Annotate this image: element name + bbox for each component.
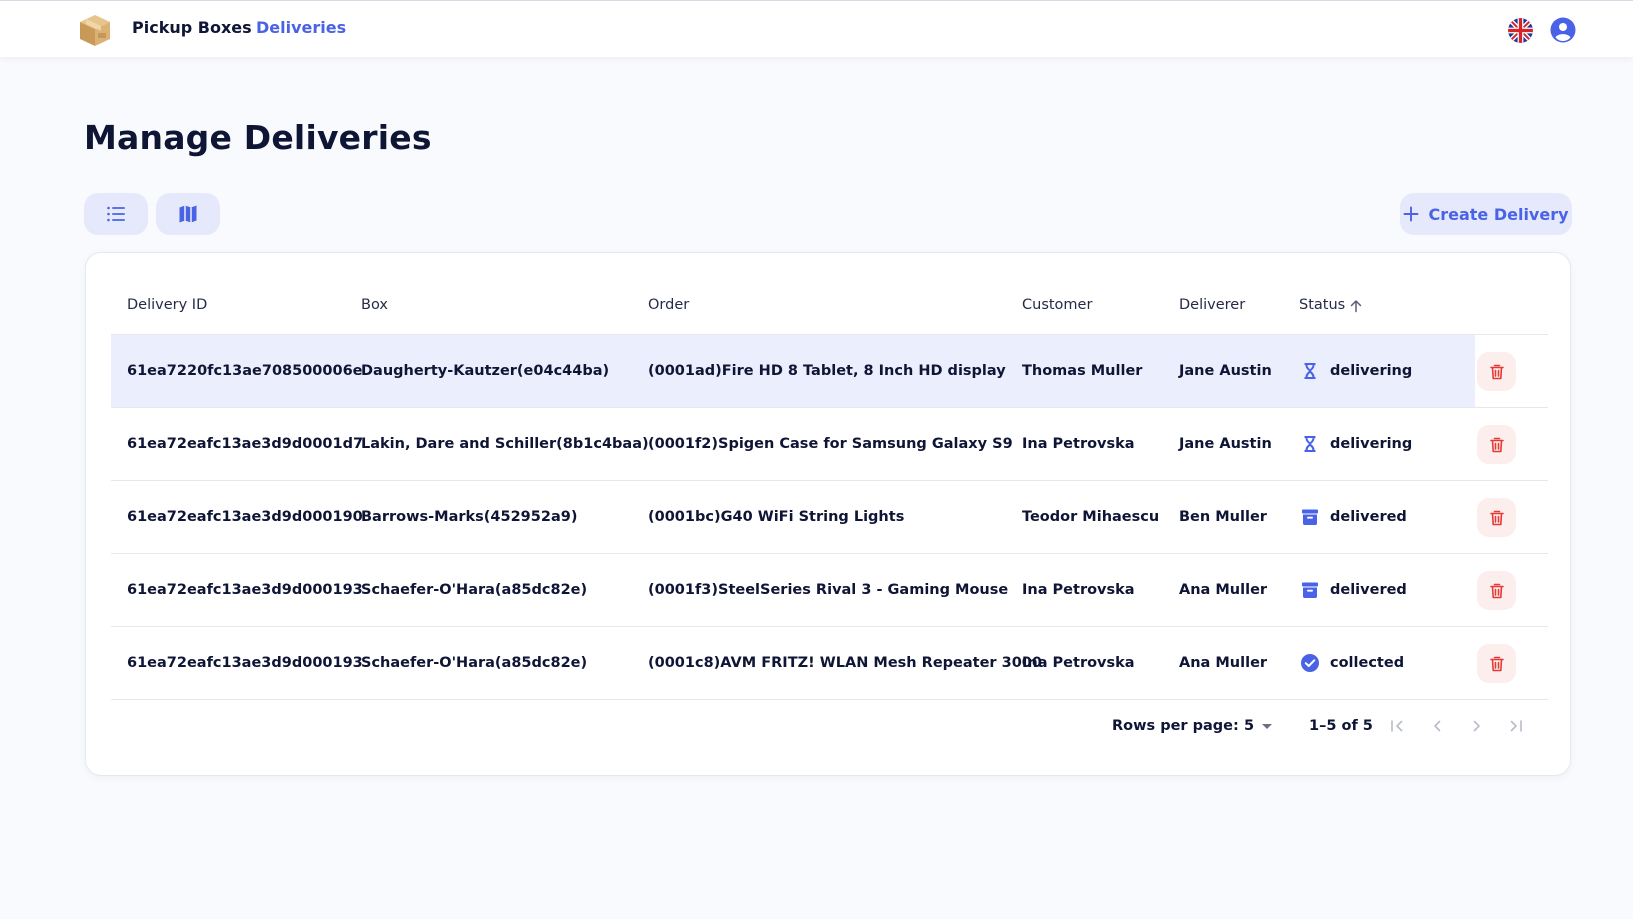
delete-button[interactable] xyxy=(1477,352,1516,391)
cell-delivery-id: 61ea72eafc13ae3d9d000190 xyxy=(127,509,363,525)
archive-box-icon xyxy=(1302,509,1318,525)
cell-status: collected xyxy=(1330,655,1405,671)
previous-page-button[interactable] xyxy=(1426,715,1448,737)
pagination-range: 1–5 of 5 xyxy=(1309,718,1373,734)
cell-box: Barrows-Marks(452952a9) xyxy=(361,509,578,525)
table-row[interactable]: 61ea72eafc13ae3d9d000190 Barrows-Marks(4… xyxy=(111,481,1548,554)
hourglass-icon xyxy=(1304,436,1316,452)
list-view-button[interactable] xyxy=(84,193,148,235)
deliveries-table-card: Delivery ID Box Order Customer Deliverer… xyxy=(85,252,1571,776)
rows-per-page-select[interactable]: 5 xyxy=(1244,716,1280,738)
cell-deliverer: Ana Muller xyxy=(1179,582,1268,598)
table-header: Delivery ID Box Order Customer Deliverer… xyxy=(111,253,1548,335)
archive-box-icon xyxy=(1302,582,1318,598)
column-header-deliverer[interactable]: Deliverer xyxy=(1179,297,1245,313)
cell-delivery-id: 61ea72eafc13ae3d9d0001d7 xyxy=(127,436,364,452)
cell-deliverer: Jane Austin xyxy=(1179,363,1272,379)
cell-order: (0001f3)SteelSeries Rival 3 - Gaming Mou… xyxy=(648,582,1009,598)
first-page-icon xyxy=(1391,720,1403,732)
trash-icon xyxy=(1489,437,1504,452)
delete-button[interactable] xyxy=(1477,644,1516,683)
top-app-bar: Pickup Boxes Deliveries xyxy=(0,0,1633,57)
cell-order: (0001f2)Spigen Case for Samsung Galaxy S… xyxy=(648,436,1013,452)
table-row[interactable]: 61ea72eafc13ae3d9d000193 Schaefer-O'Hara… xyxy=(111,627,1548,700)
first-page-button[interactable] xyxy=(1386,715,1408,737)
cell-deliverer: Jane Austin xyxy=(1179,436,1272,452)
dropdown-caret-icon xyxy=(1262,724,1272,729)
create-delivery-label: Create Delivery xyxy=(1428,204,1569,224)
delete-button[interactable] xyxy=(1477,571,1516,610)
nav-deliveries-link[interactable]: Deliveries xyxy=(256,18,346,37)
uk-flag-icon[interactable] xyxy=(1508,18,1533,43)
column-header-customer[interactable]: Customer xyxy=(1022,297,1092,313)
chevron-left-icon xyxy=(1434,720,1441,732)
rows-per-page-label: Rows per page: xyxy=(1112,718,1239,734)
cell-order: (0001c8)AVM FRITZ! WLAN Mesh Repeater 30… xyxy=(648,655,1042,671)
cell-delivery-id: 61ea72eafc13ae3d9d000193 xyxy=(127,582,363,598)
chevron-right-icon xyxy=(1473,720,1480,732)
trash-icon xyxy=(1489,583,1504,598)
map-icon xyxy=(179,205,197,223)
column-header-box[interactable]: Box xyxy=(361,297,388,313)
table-row[interactable]: 61ea72eafc13ae3d9d000193 Schaefer-O'Hara… xyxy=(111,554,1548,627)
cell-box: Schaefer-O'Hara(a85dc82e) xyxy=(361,582,588,598)
check-circle-icon xyxy=(1301,654,1319,672)
trash-icon xyxy=(1489,656,1504,671)
account-circle-icon[interactable] xyxy=(1550,17,1576,43)
page-title: Manage Deliveries xyxy=(84,118,432,157)
cell-status: delivering xyxy=(1330,363,1413,379)
cell-status: delivering xyxy=(1330,436,1413,452)
cell-customer: Ina Petrovska xyxy=(1022,655,1135,671)
last-page-icon xyxy=(1510,720,1522,732)
delete-button[interactable] xyxy=(1477,425,1516,464)
cell-customer: Ina Petrovska xyxy=(1022,582,1135,598)
cell-deliverer: Ben Muller xyxy=(1179,509,1267,525)
box-logo-icon xyxy=(80,15,110,46)
cell-deliverer: Ana Muller xyxy=(1179,655,1268,671)
last-page-button[interactable] xyxy=(1505,715,1527,737)
map-view-button[interactable] xyxy=(156,193,220,235)
cell-customer: Thomas Muller xyxy=(1022,363,1143,379)
list-icon xyxy=(107,206,125,222)
trash-icon xyxy=(1489,364,1504,379)
column-header-status[interactable]: Status xyxy=(1299,297,1345,313)
column-header-delivery-id[interactable]: Delivery ID xyxy=(127,297,207,313)
plus-icon xyxy=(1404,206,1419,222)
brand-title[interactable]: Pickup Boxes xyxy=(132,18,252,37)
delete-button[interactable] xyxy=(1477,498,1516,537)
cell-status: delivered xyxy=(1330,582,1407,598)
cell-box: Lakin, Dare and Schiller(8b1c4baa) xyxy=(361,436,649,452)
trash-icon xyxy=(1489,510,1504,525)
cell-status: delivered xyxy=(1330,509,1407,525)
cell-delivery-id: 61ea72eafc13ae3d9d000193 xyxy=(127,655,363,671)
cell-box: Daugherty-Kautzer(e04c44ba) xyxy=(361,363,610,379)
table-row[interactable]: 61ea72eafc13ae3d9d0001d7 Lakin, Dare and… xyxy=(111,408,1548,481)
column-header-order[interactable]: Order xyxy=(648,297,689,313)
cell-delivery-id: 61ea7220fc13ae708500006e xyxy=(127,363,363,379)
cell-box: Schaefer-O'Hara(a85dc82e) xyxy=(361,655,588,671)
cell-order: (0001bc)G40 WiFi String Lights xyxy=(648,509,905,525)
cell-customer: Ina Petrovska xyxy=(1022,436,1135,452)
table-row[interactable]: 61ea7220fc13ae708500006e Daugherty-Kautz… xyxy=(111,335,1548,408)
rows-per-page-value: 5 xyxy=(1244,718,1255,734)
next-page-button[interactable] xyxy=(1466,715,1488,737)
hourglass-icon xyxy=(1304,363,1316,379)
create-delivery-button[interactable]: Create Delivery xyxy=(1400,193,1572,235)
sort-ascending-icon[interactable] xyxy=(1349,299,1363,313)
cell-customer: Teodor Mihaescu xyxy=(1022,509,1160,525)
cell-order: (0001ad)Fire HD 8 Tablet, 8 Inch HD disp… xyxy=(648,363,1006,379)
